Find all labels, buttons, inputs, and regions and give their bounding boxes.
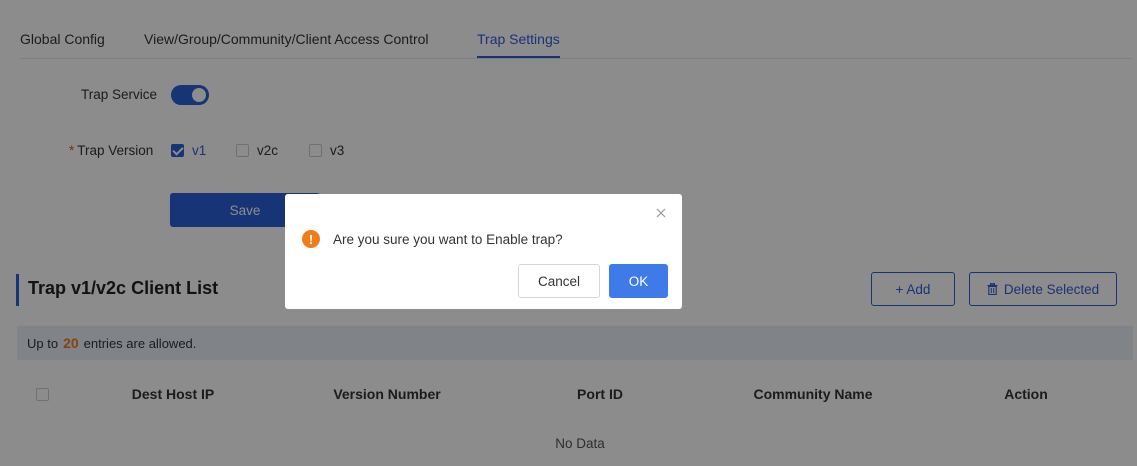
cancel-button[interactable]: Cancel xyxy=(518,264,600,298)
warning-icon: ! xyxy=(302,230,320,248)
confirm-dialog: ! Are you sure you want to Enable trap? … xyxy=(285,194,682,309)
ok-button[interactable]: OK xyxy=(609,264,668,298)
confirm-message: Are you sure you want to Enable trap? xyxy=(333,232,563,247)
close-icon[interactable] xyxy=(654,206,668,220)
trap-settings-page: Global Config View/Group/Community/Clien… xyxy=(0,0,1137,466)
